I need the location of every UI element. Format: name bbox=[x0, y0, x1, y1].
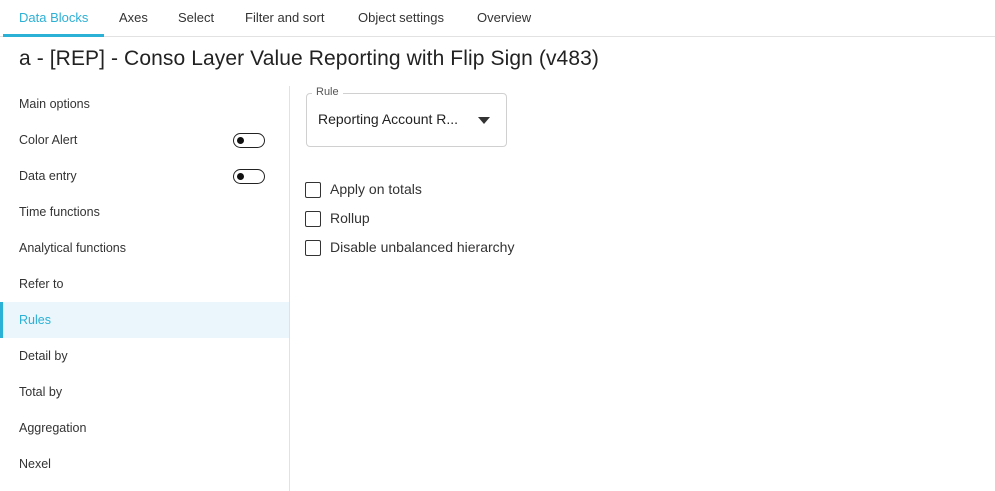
sidebar-item-label: Aggregation bbox=[19, 421, 87, 435]
page-title: a - [REP] - Conso Layer Value Reporting … bbox=[19, 47, 599, 70]
tab-select[interactable]: Select bbox=[178, 0, 214, 36]
sidebar-item-rules[interactable]: Rules bbox=[0, 302, 289, 338]
sidebar: Main options Color Alert Data entry Time… bbox=[0, 86, 290, 491]
sidebar-item-label: Time functions bbox=[19, 205, 100, 219]
tab-axes[interactable]: Axes bbox=[119, 0, 148, 36]
sidebar-item-label: Color Alert bbox=[19, 133, 78, 147]
tab-overview[interactable]: Overview bbox=[477, 0, 531, 36]
rule-select-value: Reporting Account R... bbox=[318, 111, 459, 127]
tab-bar: Data Blocks Axes Select Filter and sort … bbox=[0, 0, 995, 37]
disable-unbalanced-hierarchy-checkbox[interactable] bbox=[305, 240, 321, 256]
tab-data-blocks[interactable]: Data Blocks bbox=[2, 0, 105, 37]
color-alert-toggle[interactable] bbox=[233, 133, 265, 148]
chevron-down-icon bbox=[478, 117, 490, 124]
tab-object-settings[interactable]: Object settings bbox=[358, 0, 444, 36]
apply-on-totals-label: Apply on totals bbox=[330, 181, 422, 197]
sidebar-item-label: Detail by bbox=[19, 349, 68, 363]
apply-on-totals-checkbox[interactable] bbox=[305, 182, 321, 198]
sidebar-item-aggregation[interactable]: Aggregation bbox=[0, 410, 289, 446]
sidebar-item-label: Data entry bbox=[19, 169, 77, 183]
rule-select-label: Rule bbox=[312, 86, 343, 98]
sidebar-item-analytical-functions[interactable]: Analytical functions bbox=[0, 230, 289, 266]
toggle-knob bbox=[237, 172, 244, 180]
rollup-label: Rollup bbox=[330, 210, 370, 226]
disable-unbalanced-hierarchy-label: Disable unbalanced hierarchy bbox=[330, 239, 515, 255]
sidebar-item-color-alert[interactable]: Color Alert bbox=[0, 122, 289, 158]
sidebar-item-label: Nexel bbox=[19, 457, 51, 471]
sidebar-item-refer-to[interactable]: Refer to bbox=[0, 266, 289, 302]
sidebar-item-label: Rules bbox=[19, 313, 51, 327]
sidebar-item-data-entry[interactable]: Data entry bbox=[0, 158, 289, 194]
sidebar-item-label: Refer to bbox=[19, 277, 64, 291]
sidebar-item-detail-by[interactable]: Detail by bbox=[0, 338, 289, 374]
sidebar-item-time-functions[interactable]: Time functions bbox=[0, 194, 289, 230]
sidebar-item-label: Main options bbox=[19, 97, 90, 111]
sidebar-item-nexel[interactable]: Nexel bbox=[0, 446, 289, 482]
sidebar-item-label: Total by bbox=[19, 385, 63, 399]
rollup-checkbox[interactable] bbox=[305, 211, 321, 227]
sidebar-item-total-by[interactable]: Total by bbox=[0, 374, 289, 410]
sidebar-item-main-options[interactable]: Main options bbox=[0, 86, 289, 122]
tab-filter-and-sort[interactable]: Filter and sort bbox=[245, 0, 324, 36]
data-entry-toggle[interactable] bbox=[233, 169, 265, 184]
sidebar-item-label: Analytical functions bbox=[19, 241, 127, 255]
toggle-knob bbox=[237, 136, 244, 144]
